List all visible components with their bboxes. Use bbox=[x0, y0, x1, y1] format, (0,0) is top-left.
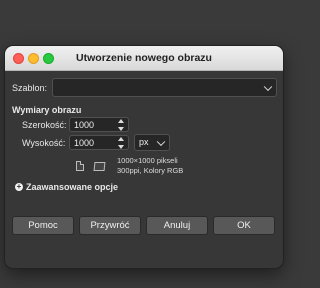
height-value: 1000 bbox=[74, 138, 95, 148]
decrement-icon bbox=[118, 145, 124, 149]
chevron-down-icon bbox=[263, 82, 273, 91]
increment-icon bbox=[118, 119, 124, 123]
width-stepper[interactable] bbox=[116, 119, 126, 131]
decrement-icon bbox=[118, 127, 124, 131]
help-button[interactable]: Pomoc bbox=[12, 216, 74, 235]
ok-button[interactable]: OK bbox=[213, 216, 275, 235]
reset-button[interactable]: Przywróć bbox=[79, 216, 141, 235]
plus-icon: + bbox=[15, 182, 23, 191]
width-value: 1000 bbox=[74, 120, 95, 130]
landscape-icon[interactable] bbox=[93, 162, 106, 171]
height-label: Wysokość: bbox=[22, 138, 66, 148]
title-bar[interactable]: Utworzenie nowego obrazu bbox=[5, 46, 283, 71]
dialog-title: Utworzenie nowego obrazu bbox=[76, 52, 212, 64]
template-label: Szablon: bbox=[12, 83, 48, 93]
width-label: Szerokość: bbox=[22, 120, 67, 130]
unit-combobox[interactable]: px bbox=[134, 134, 170, 151]
cancel-button[interactable]: Anuluj bbox=[146, 216, 208, 235]
increment-icon bbox=[118, 137, 124, 141]
image-size-heading: Wymiary obrazu bbox=[12, 105, 82, 115]
advanced-options-label: Zaawansowane opcje bbox=[26, 182, 119, 192]
height-spinbox[interactable]: 1000 bbox=[69, 135, 129, 150]
height-stepper[interactable] bbox=[116, 137, 126, 149]
chevron-down-icon bbox=[156, 137, 166, 146]
image-info-size: 1000×1000 pikseli bbox=[117, 156, 178, 165]
unit-value: px bbox=[139, 137, 149, 147]
width-spinbox[interactable]: 1000 bbox=[69, 117, 129, 132]
portrait-icon[interactable] bbox=[76, 161, 84, 171]
template-combobox[interactable] bbox=[52, 78, 277, 97]
image-info-details: 300ppi, Kolory RGB bbox=[117, 166, 184, 175]
